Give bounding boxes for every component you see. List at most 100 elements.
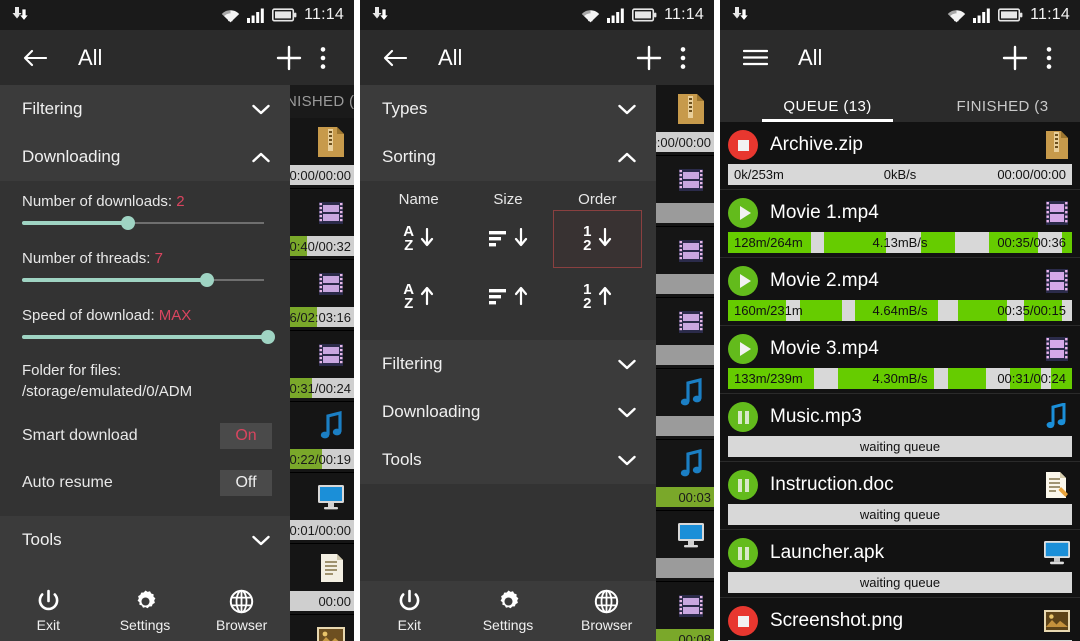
zip-file-icon: [282, 118, 354, 165]
progress-speed: 4.64mB/s: [872, 303, 928, 318]
setting-label: Number of threads: 7: [22, 250, 163, 267]
download-name: Launcher.apk: [770, 542, 885, 563]
app-bar: All: [360, 30, 714, 85]
sorting-row-ascending: AZ 12: [360, 268, 656, 326]
nav-label: Browser: [581, 617, 633, 633]
app-bar: All: [0, 30, 354, 85]
sort-size-descending[interactable]: [463, 210, 552, 268]
nav-settings[interactable]: Settings: [97, 589, 194, 633]
signal-bars-icon: [247, 8, 265, 23]
play-button[interactable]: [728, 198, 758, 228]
page-title: All: [78, 44, 103, 70]
pause-button[interactable]: [728, 470, 758, 500]
section-downloading[interactable]: Downloading: [0, 133, 290, 181]
status-bar-app-icon-group: [12, 6, 32, 25]
number-of-downloads-slider[interactable]: [22, 212, 268, 234]
tab-queue[interactable]: QUEUE (13): [740, 98, 915, 122]
smart-download-toggle[interactable]: On: [220, 422, 272, 449]
phone-panel-download-queue: 11:14 All QUEUE (13) FINISHED (3 Archive…: [720, 0, 1080, 641]
status-bar-clock: 11:14: [1030, 6, 1070, 23]
play-button[interactable]: [728, 266, 758, 296]
gear-icon: [496, 589, 521, 614]
setting-label: Auto resume: [22, 473, 113, 491]
download-name: Movie 2.mp4: [770, 270, 879, 291]
sort-name-ascending[interactable]: AZ: [374, 268, 463, 326]
download-item[interactable]: Instruction.doc waiting queue: [720, 462, 1080, 530]
setting-auto-resume[interactable]: Auto resume Off: [0, 459, 290, 506]
wifi-icon: [581, 7, 600, 23]
plus-icon[interactable]: [272, 41, 306, 75]
download-item[interactable]: Movie 3.mp4 133m/239m 4.30mB/s 00:31/00:…: [720, 326, 1080, 394]
drawer-filler: [360, 484, 656, 581]
image-file-icon: [1042, 606, 1072, 636]
download-item[interactable]: Movie 2.mp4 160m/231m 4.64mB/s 00:35/00:…: [720, 258, 1080, 326]
download-item[interactable]: Music.mp3 waiting queue: [720, 394, 1080, 462]
setting-folder-for-files[interactable]: Folder for files: /storage/emulated/0/AD…: [0, 356, 290, 412]
section-downloading[interactable]: Downloading: [360, 388, 656, 436]
settings-drawer: Filtering Downloading Number of download…: [0, 85, 290, 641]
list-item[interactable]: 0:40/00:32: [282, 189, 354, 260]
nav-browser[interactable]: Browser: [557, 589, 656, 633]
setting-smart-download[interactable]: Smart download On: [0, 412, 290, 459]
sort-name-descending[interactable]: AZ: [374, 210, 463, 268]
sort-order-ascending[interactable]: 12: [553, 268, 642, 326]
tab-finished[interactable]: FINISHED (3: [915, 98, 1080, 122]
waiting-status: waiting queue: [859, 575, 941, 590]
download-item[interactable]: Launcher.apk waiting queue: [720, 530, 1080, 598]
speed-of-download-slider[interactable]: [22, 326, 275, 348]
chevron-down-icon: [618, 407, 636, 418]
more-vertical-icon[interactable]: [666, 41, 700, 75]
bottom-nav: Exit Settings Browser: [360, 581, 656, 641]
number-of-threads-slider[interactable]: [22, 269, 268, 291]
stop-button[interactable]: [728, 606, 758, 636]
progress-bar: 0:22/00:19: [282, 449, 354, 469]
sort-order-descending[interactable]: 12: [552, 210, 642, 268]
plus-icon[interactable]: [998, 41, 1032, 75]
back-arrow-icon[interactable]: [378, 41, 412, 75]
list-item[interactable]: 0:22/00:19: [282, 402, 354, 473]
download-item[interactable]: Movie 1.mp4 128m/264m 4.13mB/s 00:35/00:…: [720, 190, 1080, 258]
list-item[interactable]: 6/02:03:16: [282, 260, 354, 331]
section-tools[interactable]: Tools: [0, 516, 290, 564]
nav-settings[interactable]: Settings: [459, 589, 558, 633]
list-item[interactable]: 0:00/00:00: [282, 118, 354, 189]
progress-bar: 128m/264m 4.13mB/s 00:35/00:36: [728, 232, 1072, 253]
stop-button[interactable]: [728, 130, 758, 160]
adm-download-icon: [12, 6, 32, 25]
sort-size-ascending[interactable]: [463, 268, 552, 326]
list-item[interactable]: 0:31/00:24: [282, 331, 354, 402]
more-vertical-icon[interactable]: [306, 41, 340, 75]
section-types[interactable]: Types: [360, 85, 656, 133]
list-item[interactable]: 0:00/00:00: [282, 615, 354, 641]
pause-button[interactable]: [728, 402, 758, 432]
plus-icon[interactable]: [632, 41, 666, 75]
play-button[interactable]: [728, 334, 758, 364]
section-tools[interactable]: Tools: [360, 436, 656, 484]
sorting-column-headers: Name Size Order: [360, 191, 656, 208]
auto-resume-toggle[interactable]: Off: [220, 469, 272, 496]
adm-download-icon: [372, 6, 392, 25]
pause-button[interactable]: [728, 538, 758, 568]
progress-bar: 133m/239m 4.30mB/s 00:31/00:24: [728, 368, 1072, 389]
gear-icon: [133, 589, 158, 614]
section-sorting[interactable]: Sorting: [360, 133, 656, 181]
progress-bar: 0k/253m 0kB/s 00:00/00:00: [728, 164, 1072, 185]
section-filtering[interactable]: Filtering: [360, 340, 656, 388]
back-arrow-icon[interactable]: [18, 41, 52, 75]
nav-exit[interactable]: Exit: [0, 589, 97, 633]
page-title: All: [438, 44, 463, 70]
section-filtering[interactable]: Filtering: [0, 85, 290, 133]
progress-bar: 0:31/00:24: [282, 378, 354, 398]
nav-browser[interactable]: Browser: [193, 589, 290, 633]
tab-finished-stub[interactable]: NISHED (3: [282, 85, 354, 118]
download-item[interactable]: Screenshot.png 0k/11.1m 0kB/s 00:00/00:0…: [720, 598, 1080, 641]
hamburger-menu-icon[interactable]: [738, 41, 772, 75]
list-item[interactable]: 0:01/00:00: [282, 473, 354, 544]
more-vertical-icon[interactable]: [1032, 41, 1066, 75]
list-item[interactable]: 00:00: [282, 544, 354, 615]
download-item[interactable]: Archive.zip 0k/253m 0kB/s 00:00/00:00: [720, 122, 1080, 190]
nav-exit[interactable]: Exit: [360, 589, 459, 633]
sorting-grid: Name Size Order AZ 1 2 A Z 1 2: [360, 181, 656, 340]
status-bar: 11:14: [0, 0, 354, 30]
chevron-down-icon: [618, 359, 636, 370]
